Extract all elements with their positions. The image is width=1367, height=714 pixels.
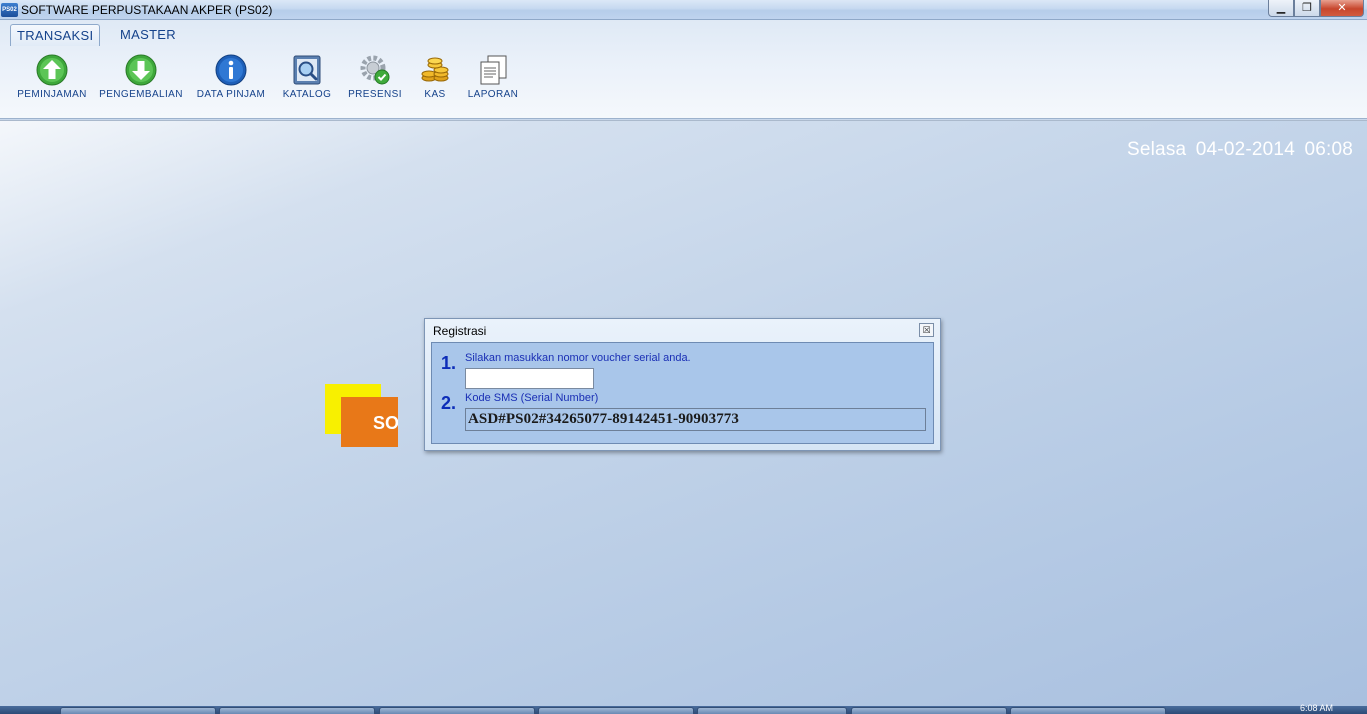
taskbar-item[interactable] bbox=[379, 707, 535, 714]
voucher-serial-input[interactable] bbox=[465, 368, 594, 389]
data-pinjam-button[interactable]: DATA PINJAM bbox=[192, 54, 270, 104]
window-title-bar[interactable]: PS02 SOFTWARE PERPUSTAKAAN AKPER (PS02) … bbox=[0, 0, 1367, 20]
dialog-close-button[interactable]: ☒ bbox=[919, 323, 934, 337]
laporan-button[interactable]: LAPORAN bbox=[463, 54, 523, 104]
tool-label: DATA PINJAM bbox=[196, 89, 266, 100]
gear-check-icon bbox=[359, 54, 391, 86]
documents-icon bbox=[477, 54, 509, 86]
taskbar-item[interactable] bbox=[219, 707, 375, 714]
tool-label: KAS bbox=[424, 89, 446, 100]
window-title: SOFTWARE PERPUSTAKAAN AKPER (PS02) bbox=[21, 3, 273, 17]
taskbar-item[interactable] bbox=[1010, 707, 1166, 714]
pengembalian-button[interactable]: PENGEMBALIAN bbox=[96, 54, 186, 104]
taskbar-clock[interactable]: 6:08 AM bbox=[1300, 703, 1333, 713]
date-time-display: Selasa 04-02-2014 06:08 bbox=[1127, 139, 1353, 160]
taskbar: 6:08 AM bbox=[0, 703, 1367, 714]
taskbar-item[interactable] bbox=[697, 707, 847, 714]
tool-label: LAPORAN bbox=[467, 89, 519, 100]
step-number-2: 2. bbox=[441, 393, 457, 413]
coins-icon bbox=[419, 54, 451, 86]
logo-orange-square: SOFT bbox=[341, 397, 398, 447]
taskbar-item[interactable] bbox=[538, 707, 694, 714]
maximize-button[interactable]: ❐ bbox=[1294, 0, 1320, 17]
tool-label: KATALOG bbox=[282, 89, 332, 100]
window-controls: ▁ ❐ ✕ bbox=[1268, 0, 1364, 18]
arrow-down-icon bbox=[125, 54, 157, 86]
tab-transaksi[interactable]: TRANSAKSI bbox=[10, 24, 101, 46]
app-icon: PS02 bbox=[1, 3, 18, 17]
magnifier-icon bbox=[291, 54, 323, 86]
minimize-button[interactable]: ▁ bbox=[1268, 0, 1294, 17]
tool-label: PRESENSI bbox=[348, 89, 402, 100]
sms-code-label: Kode SMS (Serial Number) bbox=[465, 392, 599, 404]
tool-label: PEMINJAMAN bbox=[17, 89, 87, 100]
ribbon-toolbar: TRANSAKSI MASTER PEMINJAMAN PENGEMBALIAN bbox=[0, 20, 1367, 119]
presensi-button[interactable]: PRESENSI bbox=[345, 54, 405, 104]
registration-dialog: Registrasi ☒ 1. Silakan masukkan nomor v… bbox=[424, 318, 941, 451]
peminjaman-button[interactable]: PEMINJAMAN bbox=[14, 54, 90, 104]
dialog-body: 1. Silakan masukkan nomor voucher serial… bbox=[431, 342, 934, 444]
voucher-label: Silakan masukkan nomor voucher serial an… bbox=[465, 352, 691, 364]
tool-label: PENGEMBALIAN bbox=[99, 89, 183, 100]
katalog-button[interactable]: KATALOG bbox=[278, 54, 336, 104]
tab-master[interactable]: MASTER bbox=[114, 24, 182, 46]
logo-text: SOFT bbox=[373, 413, 398, 433]
taskbar-item[interactable] bbox=[851, 707, 1007, 714]
serial-number-field[interactable]: ASD#PS02#34265077-89142451-90903773 bbox=[465, 408, 926, 431]
taskbar-item[interactable] bbox=[60, 707, 216, 714]
dialog-title: Registrasi bbox=[433, 324, 487, 338]
close-button[interactable]: ✕ bbox=[1320, 0, 1364, 17]
step-number-1: 1. bbox=[441, 353, 457, 373]
kas-button[interactable]: KAS bbox=[415, 54, 455, 104]
arrow-up-icon bbox=[36, 54, 68, 86]
info-icon bbox=[215, 54, 247, 86]
